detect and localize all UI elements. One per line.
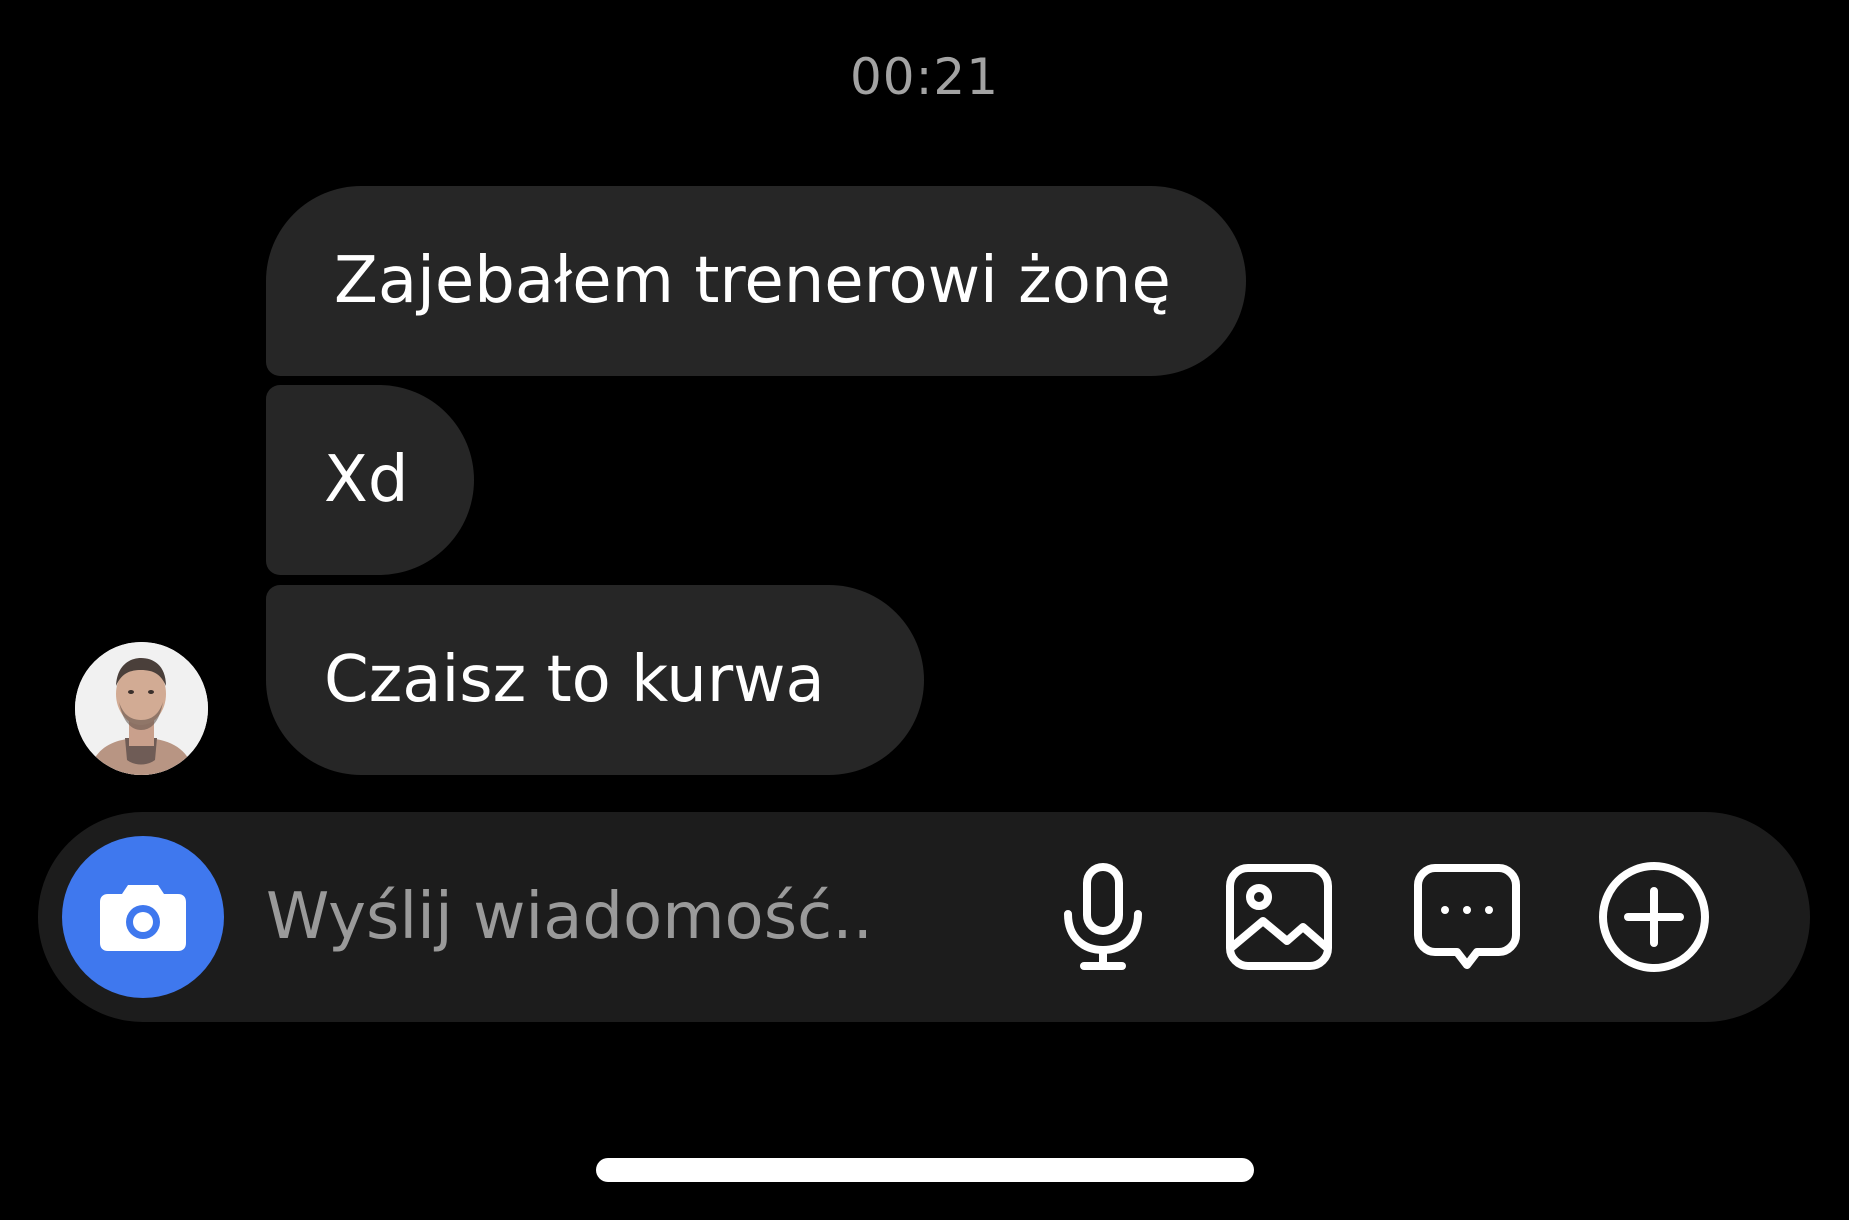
microphone-icon <box>1064 863 1142 970</box>
message-bubble[interactable]: Xd <box>266 385 474 575</box>
plus-circle-icon <box>1599 862 1709 972</box>
message-text: Xd <box>324 443 409 517</box>
message-text: Zajebałem trenerowi żonę <box>334 244 1171 318</box>
message-input[interactable] <box>266 867 866 967</box>
camera-button[interactable] <box>62 836 224 998</box>
sender-avatar[interactable] <box>75 642 208 775</box>
sticker-button[interactable] <box>1402 852 1532 982</box>
chat-timestamp: 00:21 <box>849 48 1000 106</box>
add-button[interactable] <box>1589 852 1719 982</box>
sticker-icon <box>1414 864 1520 969</box>
message-text: Czaisz to kurwa <box>324 643 825 717</box>
message-composer <box>38 812 1810 1022</box>
message-bubble[interactable]: Czaisz to kurwa <box>266 585 924 775</box>
microphone-button[interactable] <box>1038 852 1168 982</box>
message-bubble[interactable]: Zajebałem trenerowi żonę <box>266 186 1246 376</box>
home-indicator[interactable] <box>596 1158 1254 1182</box>
camera-icon <box>100 885 186 951</box>
gallery-icon <box>1226 864 1332 970</box>
gallery-button[interactable] <box>1214 852 1344 982</box>
